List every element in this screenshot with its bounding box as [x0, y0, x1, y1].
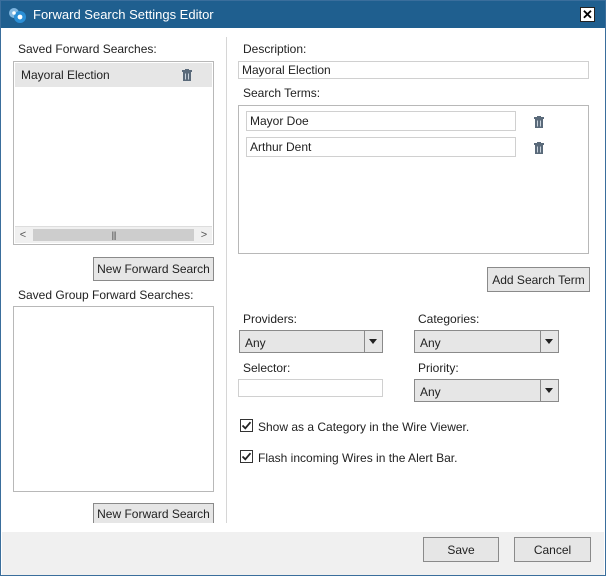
chevron-down-icon[interactable]: [364, 331, 382, 352]
window-title: Forward Search Settings Editor: [33, 7, 214, 22]
selector-label: Selector:: [243, 361, 291, 375]
list-item-label: Mayoral Election: [21, 68, 110, 82]
search-terms-panel: Mayor Doe Arthur Dent: [238, 105, 589, 254]
categories-value: Any: [420, 336, 441, 350]
cancel-button[interactable]: Cancel: [514, 537, 591, 562]
list-item[interactable]: Mayoral Election: [15, 63, 212, 87]
categories-dropdown[interactable]: Any: [414, 330, 559, 353]
save-button[interactable]: Save: [423, 537, 499, 562]
priority-value: Any: [420, 385, 441, 399]
search-term-field[interactable]: Mayor Doe: [246, 111, 516, 131]
footer-bar: Save Cancel: [2, 532, 604, 575]
grip-icon: |||: [111, 230, 116, 240]
chevron-down-icon[interactable]: [540, 331, 558, 352]
trash-icon[interactable]: [534, 142, 544, 154]
new-group-forward-search-button[interactable]: New Forward Search: [93, 503, 214, 523]
title-bar: Forward Search Settings Editor ✕: [1, 1, 605, 28]
show-category-checkbox[interactable]: [240, 419, 253, 432]
horizontal-scrollbar[interactable]: < ||| >: [15, 226, 212, 243]
description-label: Description:: [243, 42, 307, 56]
scroll-right-icon[interactable]: >: [196, 227, 212, 243]
group-searches-label: Saved Group Forward Searches:: [18, 288, 194, 302]
categories-label: Categories:: [418, 312, 480, 326]
trash-icon[interactable]: [534, 116, 544, 128]
add-search-term-button[interactable]: Add Search Term: [487, 267, 590, 292]
trash-icon[interactable]: [182, 69, 192, 81]
column-divider: [226, 37, 227, 523]
providers-value: Any: [245, 336, 266, 350]
priority-dropdown[interactable]: Any: [414, 379, 559, 402]
flash-wires-label: Flash incoming Wires in the Alert Bar.: [258, 451, 458, 465]
saved-searches-list[interactable]: Mayoral Election < ||| >: [13, 61, 214, 245]
show-category-label: Show as a Category in the Wire Viewer.: [258, 420, 470, 434]
scroll-left-icon[interactable]: <: [15, 227, 31, 243]
checkmark-icon: [241, 452, 252, 461]
priority-label: Priority:: [418, 361, 459, 375]
search-term-field[interactable]: Arthur Dent: [246, 137, 516, 157]
close-button[interactable]: ✕: [580, 7, 595, 22]
saved-searches-label: Saved Forward Searches:: [18, 42, 157, 56]
app-gear-icon: [9, 8, 26, 23]
chevron-down-icon[interactable]: [540, 380, 558, 401]
settings-window: Forward Search Settings Editor ✕ Saved F…: [0, 0, 606, 576]
group-searches-list[interactable]: [13, 306, 214, 492]
flash-wires-checkbox[interactable]: [240, 450, 253, 463]
new-forward-search-button[interactable]: New Forward Search: [93, 257, 214, 281]
providers-label: Providers:: [243, 312, 298, 326]
description-field[interactable]: Mayoral Election: [238, 61, 589, 79]
selector-field[interactable]: [238, 379, 383, 397]
search-terms-label: Search Terms:: [243, 86, 321, 100]
checkmark-icon: [241, 421, 252, 430]
scroll-thumb[interactable]: |||: [33, 229, 194, 241]
providers-dropdown[interactable]: Any: [239, 330, 383, 353]
